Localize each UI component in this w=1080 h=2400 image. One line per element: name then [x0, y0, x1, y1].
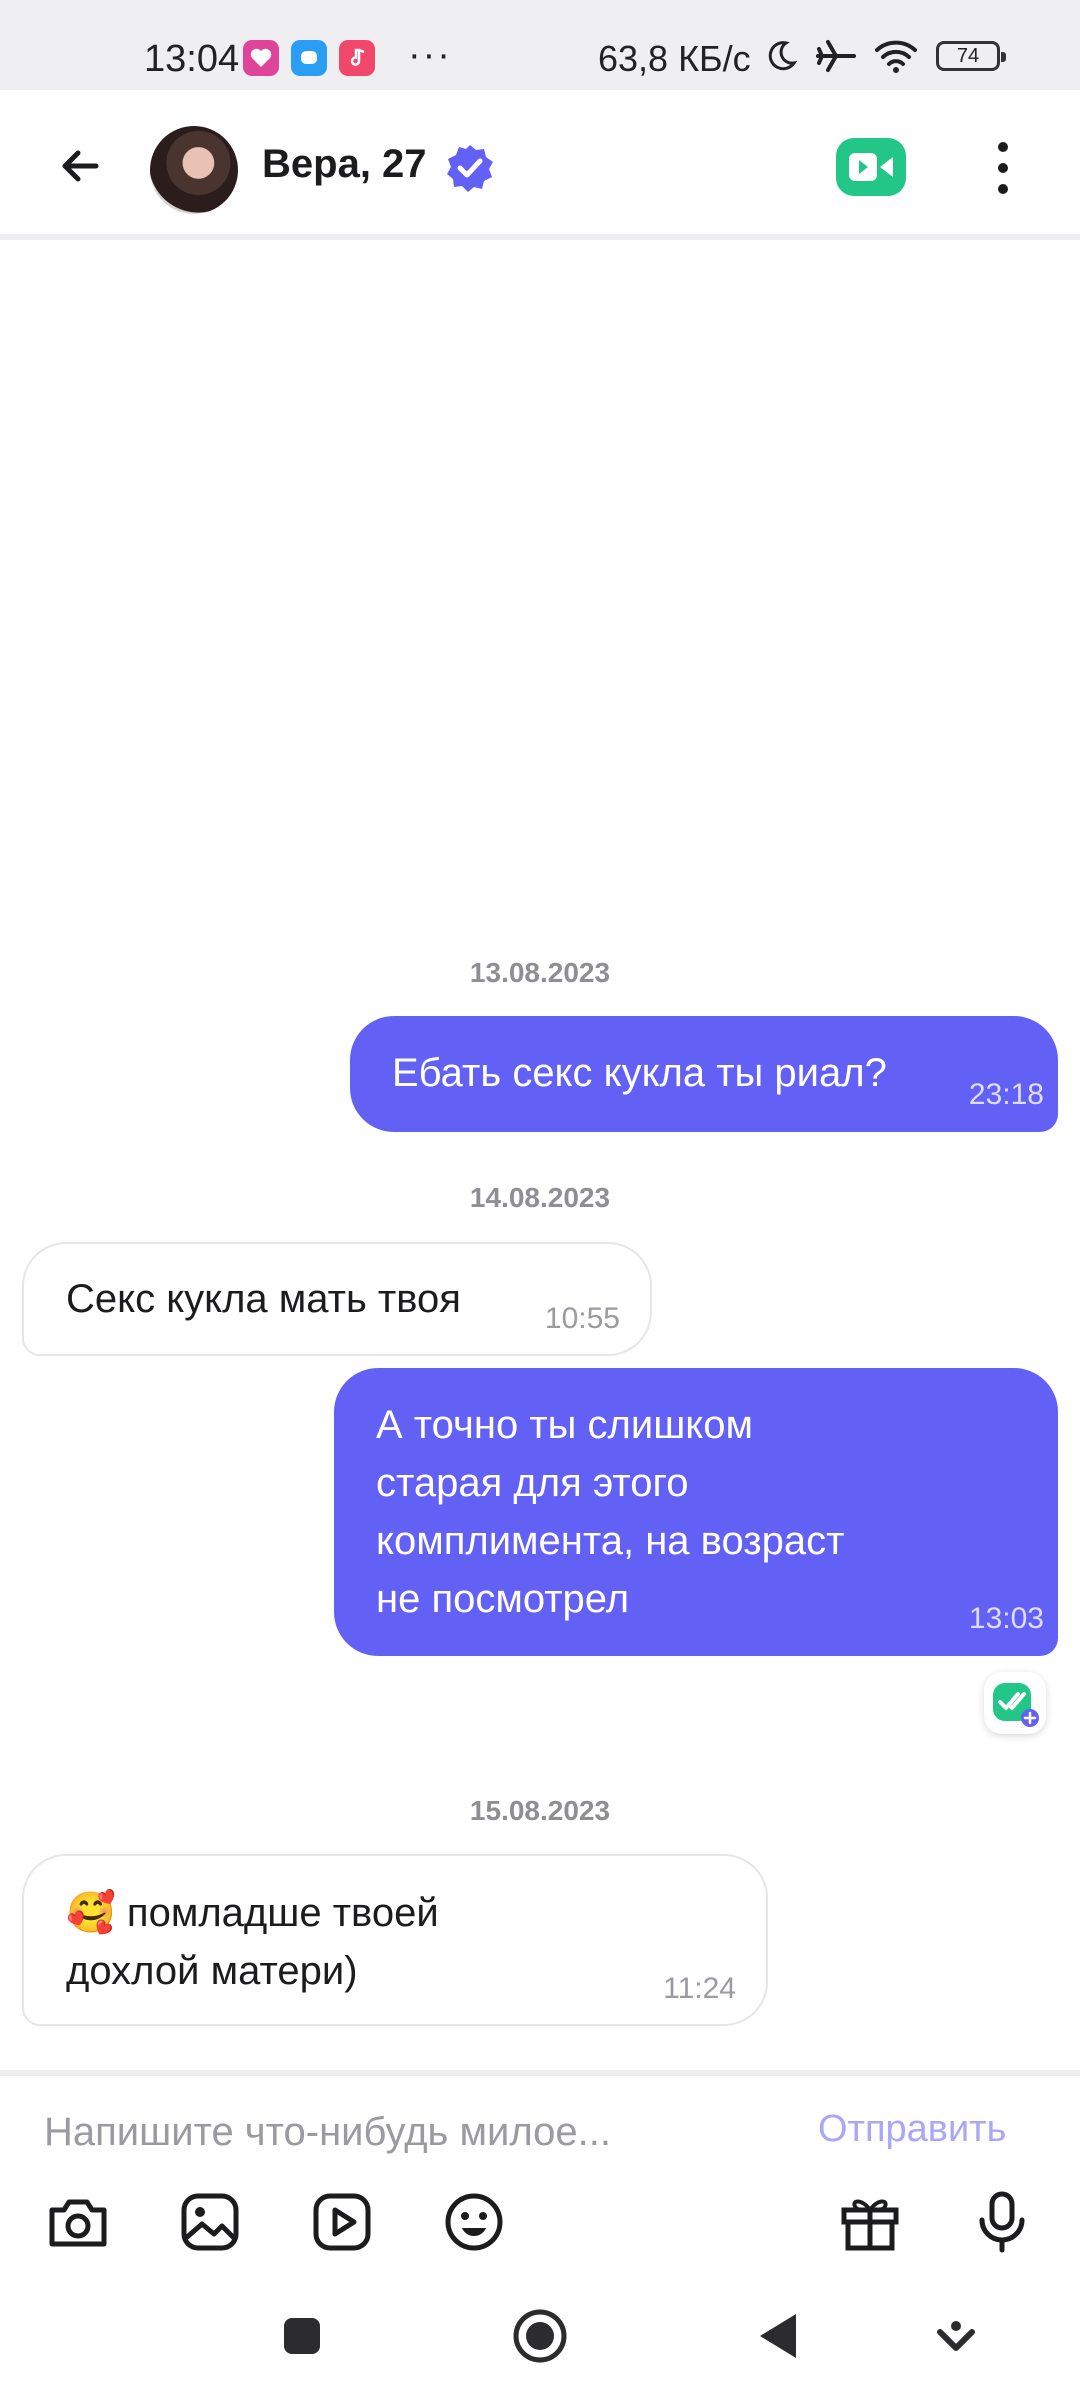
date-separator: 14.08.2023: [469, 1182, 611, 1213]
message-time: 10:55: [544, 1302, 620, 1335]
message-time: 23:18: [968, 1078, 1044, 1111]
airplane-icon: [816, 40, 856, 72]
avatar[interactable]: [150, 126, 238, 214]
video-button[interactable]: [306, 2186, 378, 2258]
send-button[interactable]: Отправить: [818, 2108, 1006, 2151]
message-text: 🥰 помладше твоей дохлой матери): [66, 1891, 439, 1993]
message-bubble-incoming[interactable]: 🥰 помладше твоей дохлой матери) 11:24: [22, 1854, 768, 2026]
battery-indicator: 74: [936, 41, 1006, 71]
message-bubble-incoming[interactable]: Секс кукла мать твоя 10:55: [22, 1242, 652, 1356]
emoji-icon: [445, 2193, 503, 2251]
composer-divider: [0, 2070, 1080, 2076]
chat-header: Вера, 27: [0, 90, 1080, 240]
video-call-button[interactable]: [836, 138, 906, 196]
gallery-icon: [181, 2193, 239, 2251]
message-text: Секс кукла мать твоя: [66, 1277, 461, 1321]
gift-button[interactable]: [834, 2186, 906, 2258]
message-text: Ебать секс кукла ты риал?: [392, 1051, 887, 1095]
messenger-app-icon: [291, 40, 327, 76]
double-check-icon: [993, 1683, 1039, 1727]
moon-icon: [768, 41, 798, 71]
microphone-icon: [979, 2191, 1025, 2253]
emoji-button[interactable]: [438, 2186, 510, 2258]
message-read-badge[interactable]: [984, 1672, 1046, 1734]
message-bubble-outgoing[interactable]: Ебать секс кукла ты риал? 23:18: [350, 1016, 1058, 1132]
wifi-icon: [875, 40, 917, 73]
gallery-button[interactable]: [174, 2186, 246, 2258]
message-input[interactable]: [44, 2100, 804, 2164]
more-options-button[interactable]: [988, 142, 1018, 194]
message-text: А точно ты слишком старая для этого комп…: [376, 1403, 845, 1621]
status-time: 13:04: [144, 38, 240, 80]
assistant-icon[interactable]: [926, 2306, 986, 2366]
back-arrow-icon[interactable]: [52, 138, 108, 194]
check-badge-icon: [444, 142, 496, 194]
camera-button[interactable]: [42, 2186, 114, 2258]
date-separator: 15.08.2023: [469, 1795, 611, 1826]
play-icon: [313, 2193, 371, 2251]
message-bubble-outgoing[interactable]: А точно ты слишком старая для этого комп…: [334, 1368, 1058, 1656]
camera-icon: [49, 2199, 107, 2247]
contact-name[interactable]: Вера, 27: [262, 142, 427, 187]
gift-icon: [841, 2199, 899, 2251]
microphone-button[interactable]: [966, 2186, 1038, 2258]
more-notifications: ···: [408, 34, 452, 76]
date-separator: 13.08.2023: [469, 957, 611, 988]
home-icon[interactable]: [510, 2306, 570, 2366]
recent-apps-icon[interactable]: [272, 2306, 332, 2366]
message-time: 13:03: [968, 1602, 1044, 1635]
message-time: 11:24: [663, 1972, 736, 2005]
status-bar: 13:04 ··· 63,8 КБ/с 74: [0, 0, 1080, 90]
back-triangle-icon[interactable]: [748, 2306, 808, 2366]
music-app-icon: [339, 40, 375, 76]
notification-icons: [243, 40, 375, 76]
dating-app-icon: [243, 40, 279, 76]
network-speed: 63,8 КБ/с: [598, 38, 751, 79]
video-camera-icon: [849, 153, 893, 181]
